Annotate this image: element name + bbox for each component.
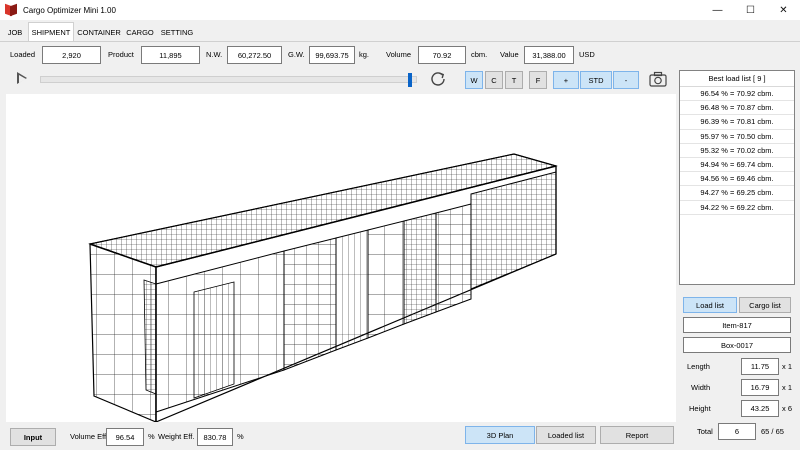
weight-eff-label: Weight Eff.: [158, 432, 195, 441]
list-item[interactable]: 96.48 % = 70.87 cbm.: [680, 101, 794, 116]
cargo-list-button[interactable]: Cargo list: [739, 297, 791, 313]
total-count: 65 / 65: [761, 427, 784, 436]
minimize-button[interactable]: —: [701, 0, 734, 20]
play-icon[interactable]: [14, 70, 32, 88]
camera-icon[interactable]: [649, 71, 667, 87]
report-button[interactable]: Report: [600, 426, 674, 444]
view-w-button[interactable]: W: [465, 71, 483, 89]
volume-unit: cbm.: [471, 50, 488, 59]
list-item[interactable]: 94.27 % = 69.25 cbm.: [680, 186, 794, 201]
volume-value: 70.92: [418, 46, 466, 64]
list-item[interactable]: 96.54 % = 70.92 cbm.: [680, 87, 794, 102]
tab-shipment[interactable]: SHIPMENT: [28, 22, 74, 42]
progress-slider[interactable]: [40, 76, 417, 83]
width-field[interactable]: 16.79: [741, 379, 779, 396]
best-load-list-header: Best load list [ 9 ]: [680, 71, 794, 87]
volume-label: Volume: [386, 50, 412, 59]
view-toolbar: W C T F + STD -: [0, 68, 676, 92]
volume-eff-value: 96.54: [106, 428, 144, 446]
nw-value: 60,272.50: [227, 46, 282, 64]
container-3d-render: [88, 153, 558, 422]
length-label: Length: [687, 362, 710, 371]
value-label: Value: [500, 50, 519, 59]
tab-cargo[interactable]: CARGO: [124, 22, 156, 42]
app-window: Cargo Optimizer Mini 1.00 — ☐ ✕ JOB SHIP…: [0, 0, 800, 450]
view-t-button[interactable]: T: [505, 71, 523, 89]
load-list-button[interactable]: Load list: [683, 297, 737, 313]
product-value: 11,895: [141, 46, 200, 64]
height-label: Height: [689, 404, 711, 413]
tab-bar: JOB SHIPMENT CONTAINER CARGO SETTING: [0, 22, 800, 42]
height-multiplier: x 6: [782, 404, 793, 413]
input-button[interactable]: Input: [10, 428, 56, 446]
tab-job[interactable]: JOB: [4, 22, 26, 42]
list-item[interactable]: 95.32 % = 70.02 cbm.: [680, 144, 794, 158]
list-item[interactable]: 95.97 % = 70.50 cbm.: [680, 130, 794, 144]
value-unit: USD: [579, 50, 595, 59]
weight-eff-value: 830.78: [197, 428, 233, 446]
nw-label: N.W.: [206, 50, 223, 59]
list-item[interactable]: 94.22 % = 69.22 cbm.: [680, 201, 794, 215]
view-c-button[interactable]: C: [485, 71, 503, 89]
loaded-value: 2,920: [42, 46, 101, 64]
3d-container-view[interactable]: [6, 94, 676, 422]
length-multiplier: x 1: [782, 362, 793, 371]
box-name-field[interactable]: Box-0017: [683, 337, 791, 353]
width-multiplier: x 1: [782, 383, 793, 392]
item-name-field[interactable]: Item-817: [683, 317, 791, 333]
product-label: Product: [108, 50, 134, 59]
gw-unit: kg.: [359, 50, 370, 59]
progress-slider-thumb[interactable]: [408, 73, 413, 87]
list-item[interactable]: 94.94 % = 69.74 cbm.: [680, 158, 794, 173]
zoom-out-button[interactable]: -: [613, 71, 639, 89]
total-field[interactable]: 6: [718, 423, 756, 440]
zoom-in-button[interactable]: +: [553, 71, 579, 89]
zoom-std-button[interactable]: STD: [580, 71, 612, 89]
volume-eff-label: Volume Eff.: [70, 432, 109, 441]
value-value: 31,388.00: [524, 46, 574, 64]
shipment-stats: Loaded 2,920 Product 11,895 N.W. 60,272.…: [0, 46, 800, 66]
width-label: Width: [691, 383, 711, 392]
app-logo-icon: [5, 3, 17, 17]
tab-container[interactable]: CONTAINER: [76, 22, 122, 42]
maximize-button[interactable]: ☐: [734, 0, 767, 20]
refresh-icon[interactable]: [429, 70, 447, 88]
window-title: Cargo Optimizer Mini 1.00: [23, 5, 116, 15]
loaded-label: Loaded: [10, 50, 36, 59]
length-field[interactable]: 11.75: [741, 358, 779, 375]
weight-eff-unit: %: [237, 432, 244, 441]
gw-label: G.W.: [288, 50, 305, 59]
tab-setting[interactable]: SETTING: [158, 22, 196, 42]
best-load-list: Best load list [ 9 ] 96.54 % = 70.92 cbm…: [679, 70, 795, 285]
total-label: Total: [697, 427, 713, 436]
title-bar: Cargo Optimizer Mini 1.00 — ☐ ✕: [0, 0, 800, 20]
gw-value: 99,693.75: [309, 46, 355, 64]
view-f-button[interactable]: F: [529, 71, 547, 89]
height-field[interactable]: 43.25: [741, 400, 779, 417]
list-item[interactable]: 96.39 % = 70.81 cbm.: [680, 115, 794, 130]
list-item[interactable]: 94.56 % = 69.46 cbm.: [680, 172, 794, 187]
volume-eff-unit: %: [148, 432, 155, 441]
loaded-list-button[interactable]: Loaded list: [536, 426, 596, 444]
close-button[interactable]: ✕: [767, 0, 800, 20]
3d-plan-button[interactable]: 3D Plan: [465, 426, 535, 444]
